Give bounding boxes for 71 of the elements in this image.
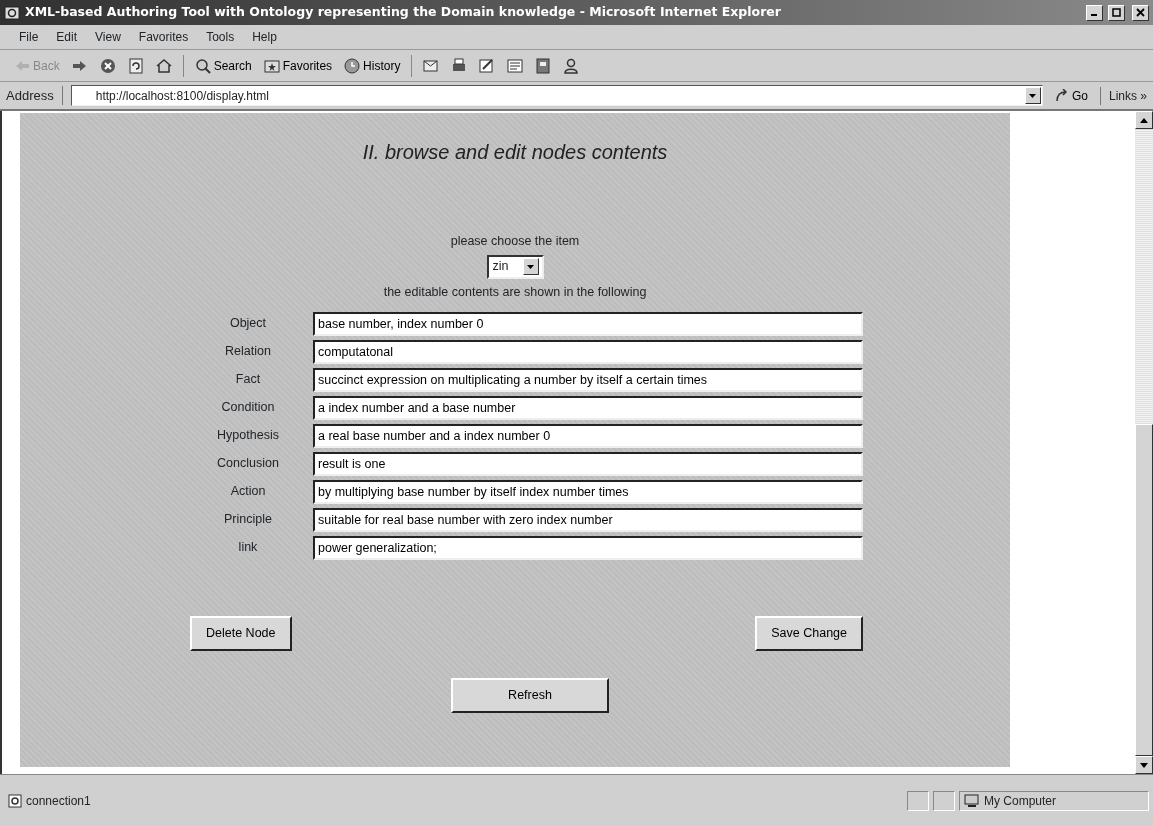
field-label: Hypothesis: [216, 427, 280, 445]
refresh-icon: [127, 57, 144, 74]
input-field[interactable]: a index number and a base number: [313, 395, 863, 420]
close-button[interactable]: [1132, 4, 1149, 21]
input-field[interactable]: by multiplying base number by itself index number times: [313, 479, 863, 504]
input-field[interactable]: power generalization;: [313, 535, 863, 560]
status-panel: [907, 790, 929, 811]
printer-icon: [451, 57, 468, 74]
caret-icon: [1029, 93, 1037, 98]
dropdown-button[interactable]: [1024, 87, 1041, 104]
input-field[interactable]: computatonal: [313, 339, 863, 364]
field-label: Condition: [220, 399, 276, 417]
menu-item[interactable]: File: [10, 26, 48, 48]
field-label: Relation: [224, 343, 272, 361]
page-icon: [8, 793, 22, 808]
status-text: connection1: [26, 792, 91, 810]
prompt-text: please choose the item: [450, 233, 580, 250]
address-label: Address: [6, 85, 63, 106]
book-icon: [535, 57, 552, 74]
go-arrow-icon: [1054, 88, 1069, 103]
input-field[interactable]: a real base number and a index number 0: [313, 423, 863, 448]
browser-icon: [4, 4, 20, 21]
field-label: Principle: [223, 511, 273, 529]
stop-icon: [99, 57, 116, 74]
menu-item[interactable]: Edit: [47, 26, 87, 48]
minimize-button[interactable]: [1086, 4, 1103, 21]
down-arrow-icon: [1140, 762, 1148, 768]
input-field[interactable]: suitable for real base number with zero index number: [313, 507, 863, 532]
window-title: XML-based Authoring Tool with Ontology representing the Domain knowledge - Microsoft Internet Explorer: [25, 3, 781, 22]
up-arrow-icon: [1140, 117, 1148, 123]
item-select[interactable]: zin: [486, 254, 544, 279]
address-field[interactable]: http://localhost:8100/display.html: [70, 85, 1043, 106]
save-change-button[interactable]: Save Change: [755, 615, 863, 651]
menu-item[interactable]: Tools: [197, 26, 244, 48]
menu-item[interactable]: Help: [243, 26, 286, 48]
field-label: Fact: [234, 371, 262, 389]
clock-icon: [344, 57, 361, 74]
dropdown-button[interactable]: [522, 258, 539, 276]
home-icon: [155, 57, 172, 74]
status-panel: [933, 790, 955, 811]
delete-node-button[interactable]: Delete Node: [190, 615, 292, 651]
history-button[interactable]: History: [340, 54, 405, 77]
close-icon: [1136, 8, 1145, 17]
note-text: the editable contents are shown in the following: [383, 283, 647, 301]
computer-icon: [964, 793, 980, 808]
maximize-button[interactable]: [1108, 4, 1125, 21]
edit-icon: [479, 57, 496, 74]
search-button[interactable]: Search: [190, 54, 256, 77]
refresh-button[interactable]: Refresh: [451, 677, 609, 713]
input-field[interactable]: succinct expression on multiplicating a number by itself a certain times: [313, 367, 863, 392]
person-icon: [563, 57, 580, 74]
go-button[interactable]: Go: [1050, 84, 1092, 107]
star-folder-icon: [263, 57, 280, 74]
scrollbar[interactable]: [1135, 111, 1153, 774]
favorites-button[interactable]: Favorites: [259, 54, 337, 77]
page-heading: II. browse and edit nodes contents: [362, 140, 668, 165]
zone-text: My Computer: [984, 792, 1057, 810]
menu-item[interactable]: View: [86, 26, 130, 48]
input-field[interactable]: result is one: [313, 451, 863, 476]
mail-icon: [423, 57, 440, 74]
caret-icon: [527, 264, 534, 269]
field-label: Action: [229, 483, 267, 501]
maximize-icon: [1112, 8, 1121, 17]
input-field[interactable]: base number, index number 0: [313, 311, 863, 336]
search-icon: [194, 57, 211, 74]
field-label: Object: [228, 315, 268, 333]
document-icon: [507, 57, 524, 74]
menu-item[interactable]: Favorites: [129, 26, 198, 48]
field-label: link: [237, 539, 259, 557]
links-button[interactable]: Links »: [1099, 86, 1147, 105]
field-label: Conclusion: [216, 455, 280, 473]
